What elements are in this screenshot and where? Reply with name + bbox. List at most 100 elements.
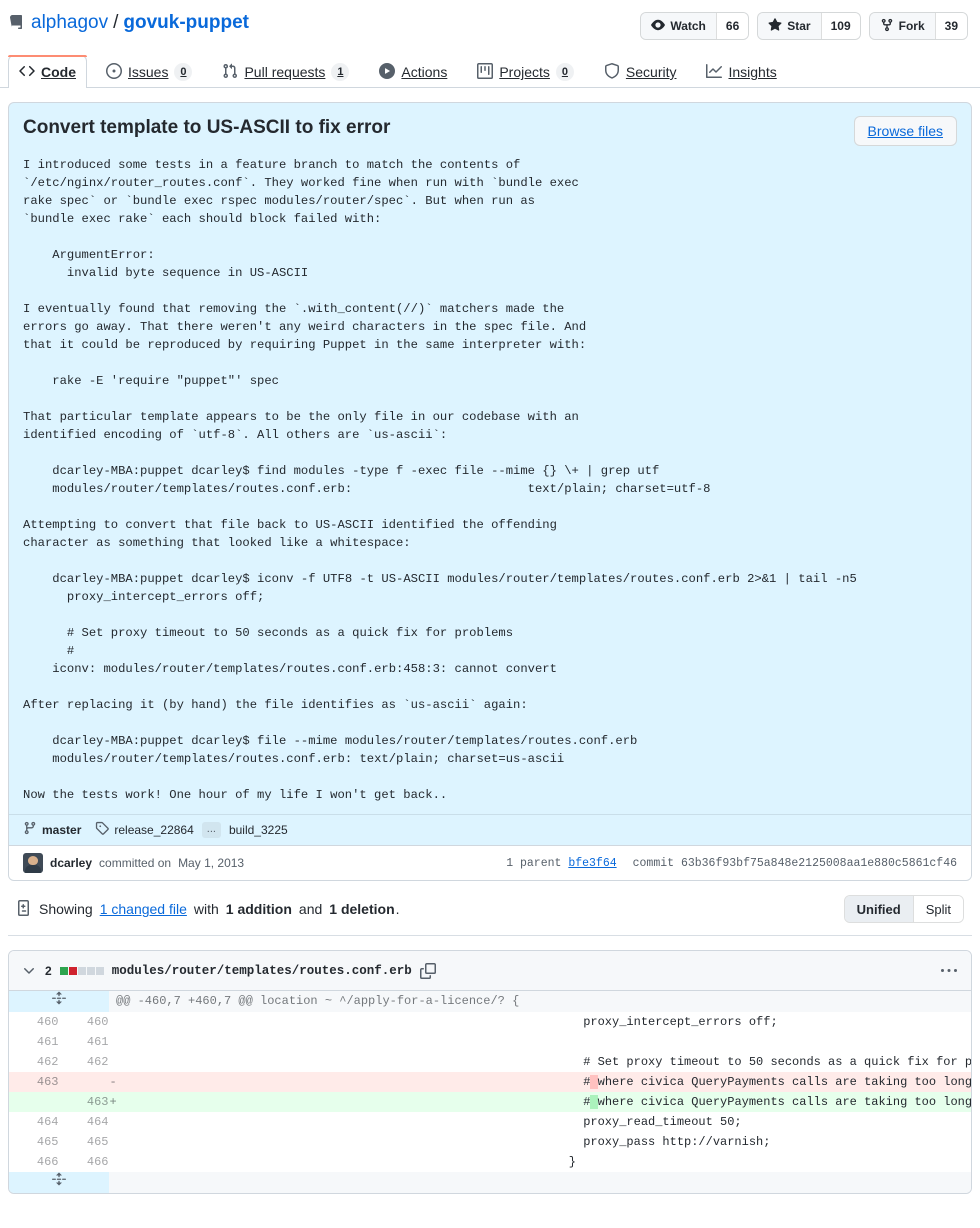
diff-code: proxy_pass http://varnish; <box>540 1132 971 1152</box>
line-number-old[interactable]: 465 <box>9 1132 59 1152</box>
diff-file-header-left: 2 modules/router/templates/routes.conf.e… <box>21 962 436 979</box>
branch-ref[interactable]: master <box>23 821 81 838</box>
diffstat-block-neutral <box>95 966 104 975</box>
tab-pull-requests[interactable]: Pull requests 1 <box>211 55 360 88</box>
diff-word-highlight <box>590 1075 598 1089</box>
changed-files-link[interactable]: 1 changed file <box>100 901 187 917</box>
fork-count[interactable]: 39 <box>934 13 967 39</box>
commit-title: Convert template to US-ASCII to fix erro… <box>23 117 391 138</box>
diff-marker <box>109 1032 540 1052</box>
repo-header-actions: Watch 66 Star 109 Fork 39 <box>640 12 972 40</box>
browse-files-button[interactable]: Browse files <box>853 116 957 146</box>
tag-ref[interactable]: release_22864 <box>95 821 194 838</box>
tab-projects-label: Projects <box>499 64 550 80</box>
diff-marker <box>109 1132 540 1152</box>
watch-label: Watch <box>670 19 706 33</box>
play-icon <box>379 62 396 82</box>
watch-button[interactable]: Watch <box>641 13 716 39</box>
diff-code-post: where civica QueryPayments calls are tak… <box>597 1095 971 1109</box>
kebab-horizontal-icon[interactable] <box>941 963 959 979</box>
author-action: committed on <box>99 856 172 870</box>
diffstat-block-neutral <box>77 966 86 975</box>
tab-insights[interactable]: Insights <box>695 55 787 88</box>
diff-marker <box>109 1112 540 1132</box>
fork-button[interactable]: Fork <box>869 13 935 39</box>
star-button[interactable]: Star <box>758 13 821 39</box>
line-number-new[interactable]: 466 <box>59 1152 109 1172</box>
diff-code-pre: # <box>540 1095 591 1109</box>
diff-file: 2 modules/router/templates/routes.conf.e… <box>8 950 972 1194</box>
star-button-group[interactable]: Star 109 <box>757 12 861 40</box>
star-label: Star <box>787 19 811 33</box>
expand-row-filler <box>109 1172 971 1193</box>
repo-nav: Code Issues 0 Pull requests 1 Actions Pr… <box>0 54 980 88</box>
hunk-expand-button[interactable] <box>9 991 109 1012</box>
diff-file-header: 2 modules/router/templates/routes.conf.e… <box>9 951 971 991</box>
tab-issues-label: Issues <box>128 64 169 80</box>
commit-sha-info: commit 63b36f93bf75a848e2125008aa1e880c5… <box>633 857 957 870</box>
tab-code[interactable]: Code <box>8 55 87 88</box>
diff-code-post: where civica QueryPayments calls are tak… <box>597 1075 971 1089</box>
diffstat-block-neutral <box>86 966 95 975</box>
tag-icon <box>95 821 110 838</box>
commit-meta: 1 parent bfe3f64 commit 63b36f93bf75a848… <box>506 857 957 870</box>
diff-code: } <box>540 1152 971 1172</box>
diff-code: # Set proxy timeout to 50 seconds as a q… <box>540 1052 971 1072</box>
code-icon <box>19 63 35 82</box>
diffstat-block-del <box>68 966 77 975</box>
author-name[interactable]: dcarley <box>50 856 92 870</box>
tab-projects[interactable]: Projects 0 <box>466 55 585 88</box>
diff-hunk-header-row: @@ -460,7 +460,7 @@ location ~ ^/apply-f… <box>9 991 971 1012</box>
diff-marker <box>109 1152 540 1172</box>
line-number-new[interactable]: 465 <box>59 1132 109 1152</box>
commit-sha[interactable]: 63b36f93bf75a848e2125008aa1e880c5861cf46 <box>681 857 957 870</box>
line-number-new[interactable]: 460 <box>59 1012 109 1032</box>
diff-file-path[interactable]: modules/router/templates/routes.conf.erb <box>112 964 412 978</box>
line-number-old[interactable]: 462 <box>9 1052 59 1072</box>
breadcrumb-separator: / <box>113 12 119 33</box>
line-number-new[interactable] <box>59 1072 109 1092</box>
diff-table: @@ -460,7 +460,7 @@ location ~ ^/apply-f… <box>9 991 971 1193</box>
line-number-new[interactable]: 462 <box>59 1052 109 1072</box>
commit-page: alphagov / govuk-puppet Watch 66 Star 10… <box>0 0 980 1194</box>
repo-icon <box>8 15 24 31</box>
chevron-down-icon[interactable] <box>21 963 37 979</box>
fork-button-group[interactable]: Fork 39 <box>868 12 968 40</box>
line-number-old[interactable] <box>9 1092 59 1112</box>
repo-owner-link[interactable]: alphagov <box>31 12 108 35</box>
view-mode-unified[interactable]: Unified <box>844 896 913 922</box>
line-number-new[interactable]: 461 <box>59 1032 109 1052</box>
diff-rows: @@ -460,7 +460,7 @@ location ~ ^/apply-f… <box>9 991 971 1193</box>
repo-name-link[interactable]: govuk-puppet <box>123 12 249 35</box>
tab-security[interactable]: Security <box>593 55 688 88</box>
line-number-old[interactable]: 464 <box>9 1112 59 1132</box>
line-number-old[interactable]: 460 <box>9 1012 59 1032</box>
line-number-old[interactable]: 461 <box>9 1032 59 1052</box>
parent-sha-link[interactable]: bfe3f64 <box>568 857 616 870</box>
line-number-old[interactable]: 463 <box>9 1072 59 1092</box>
watch-button-group[interactable]: Watch 66 <box>640 12 750 40</box>
tab-security-label: Security <box>625 64 677 80</box>
deletions-count: 1 deletion <box>329 901 395 917</box>
view-mode-split[interactable]: Split <box>912 896 963 922</box>
watch-count[interactable]: 66 <box>715 13 749 39</box>
extra-tag-ref[interactable]: build_3225 <box>229 823 288 837</box>
diff-row-context: 465 465 proxy_pass http://varnish; <box>9 1132 971 1152</box>
tab-actions-label: Actions <box>401 64 448 80</box>
tab-actions[interactable]: Actions <box>368 55 458 88</box>
diff-word-highlight <box>590 1095 598 1109</box>
more-refs-button[interactable]: ... <box>201 821 221 838</box>
tab-issues[interactable]: Issues 0 <box>95 55 203 88</box>
star-count[interactable]: 109 <box>820 13 860 39</box>
expand-context-button[interactable] <box>9 1172 109 1193</box>
copy-path-icon[interactable] <box>419 962 436 979</box>
issue-opened-icon <box>106 62 122 82</box>
diff-summary-text: Showing 1 changed file with 1 addition a… <box>16 899 400 919</box>
line-number-new[interactable]: 463 <box>59 1092 109 1112</box>
avatar[interactable] <box>23 853 43 873</box>
commit-author-row: dcarley committed on May 1, 2013 1 paren… <box>9 845 971 880</box>
diff-code: # where civica QueryPayments calls are t… <box>540 1092 971 1112</box>
commit-title-row: Convert template to US-ASCII to fix erro… <box>23 116 957 146</box>
line-number-new[interactable]: 464 <box>59 1112 109 1132</box>
line-number-old[interactable]: 466 <box>9 1152 59 1172</box>
